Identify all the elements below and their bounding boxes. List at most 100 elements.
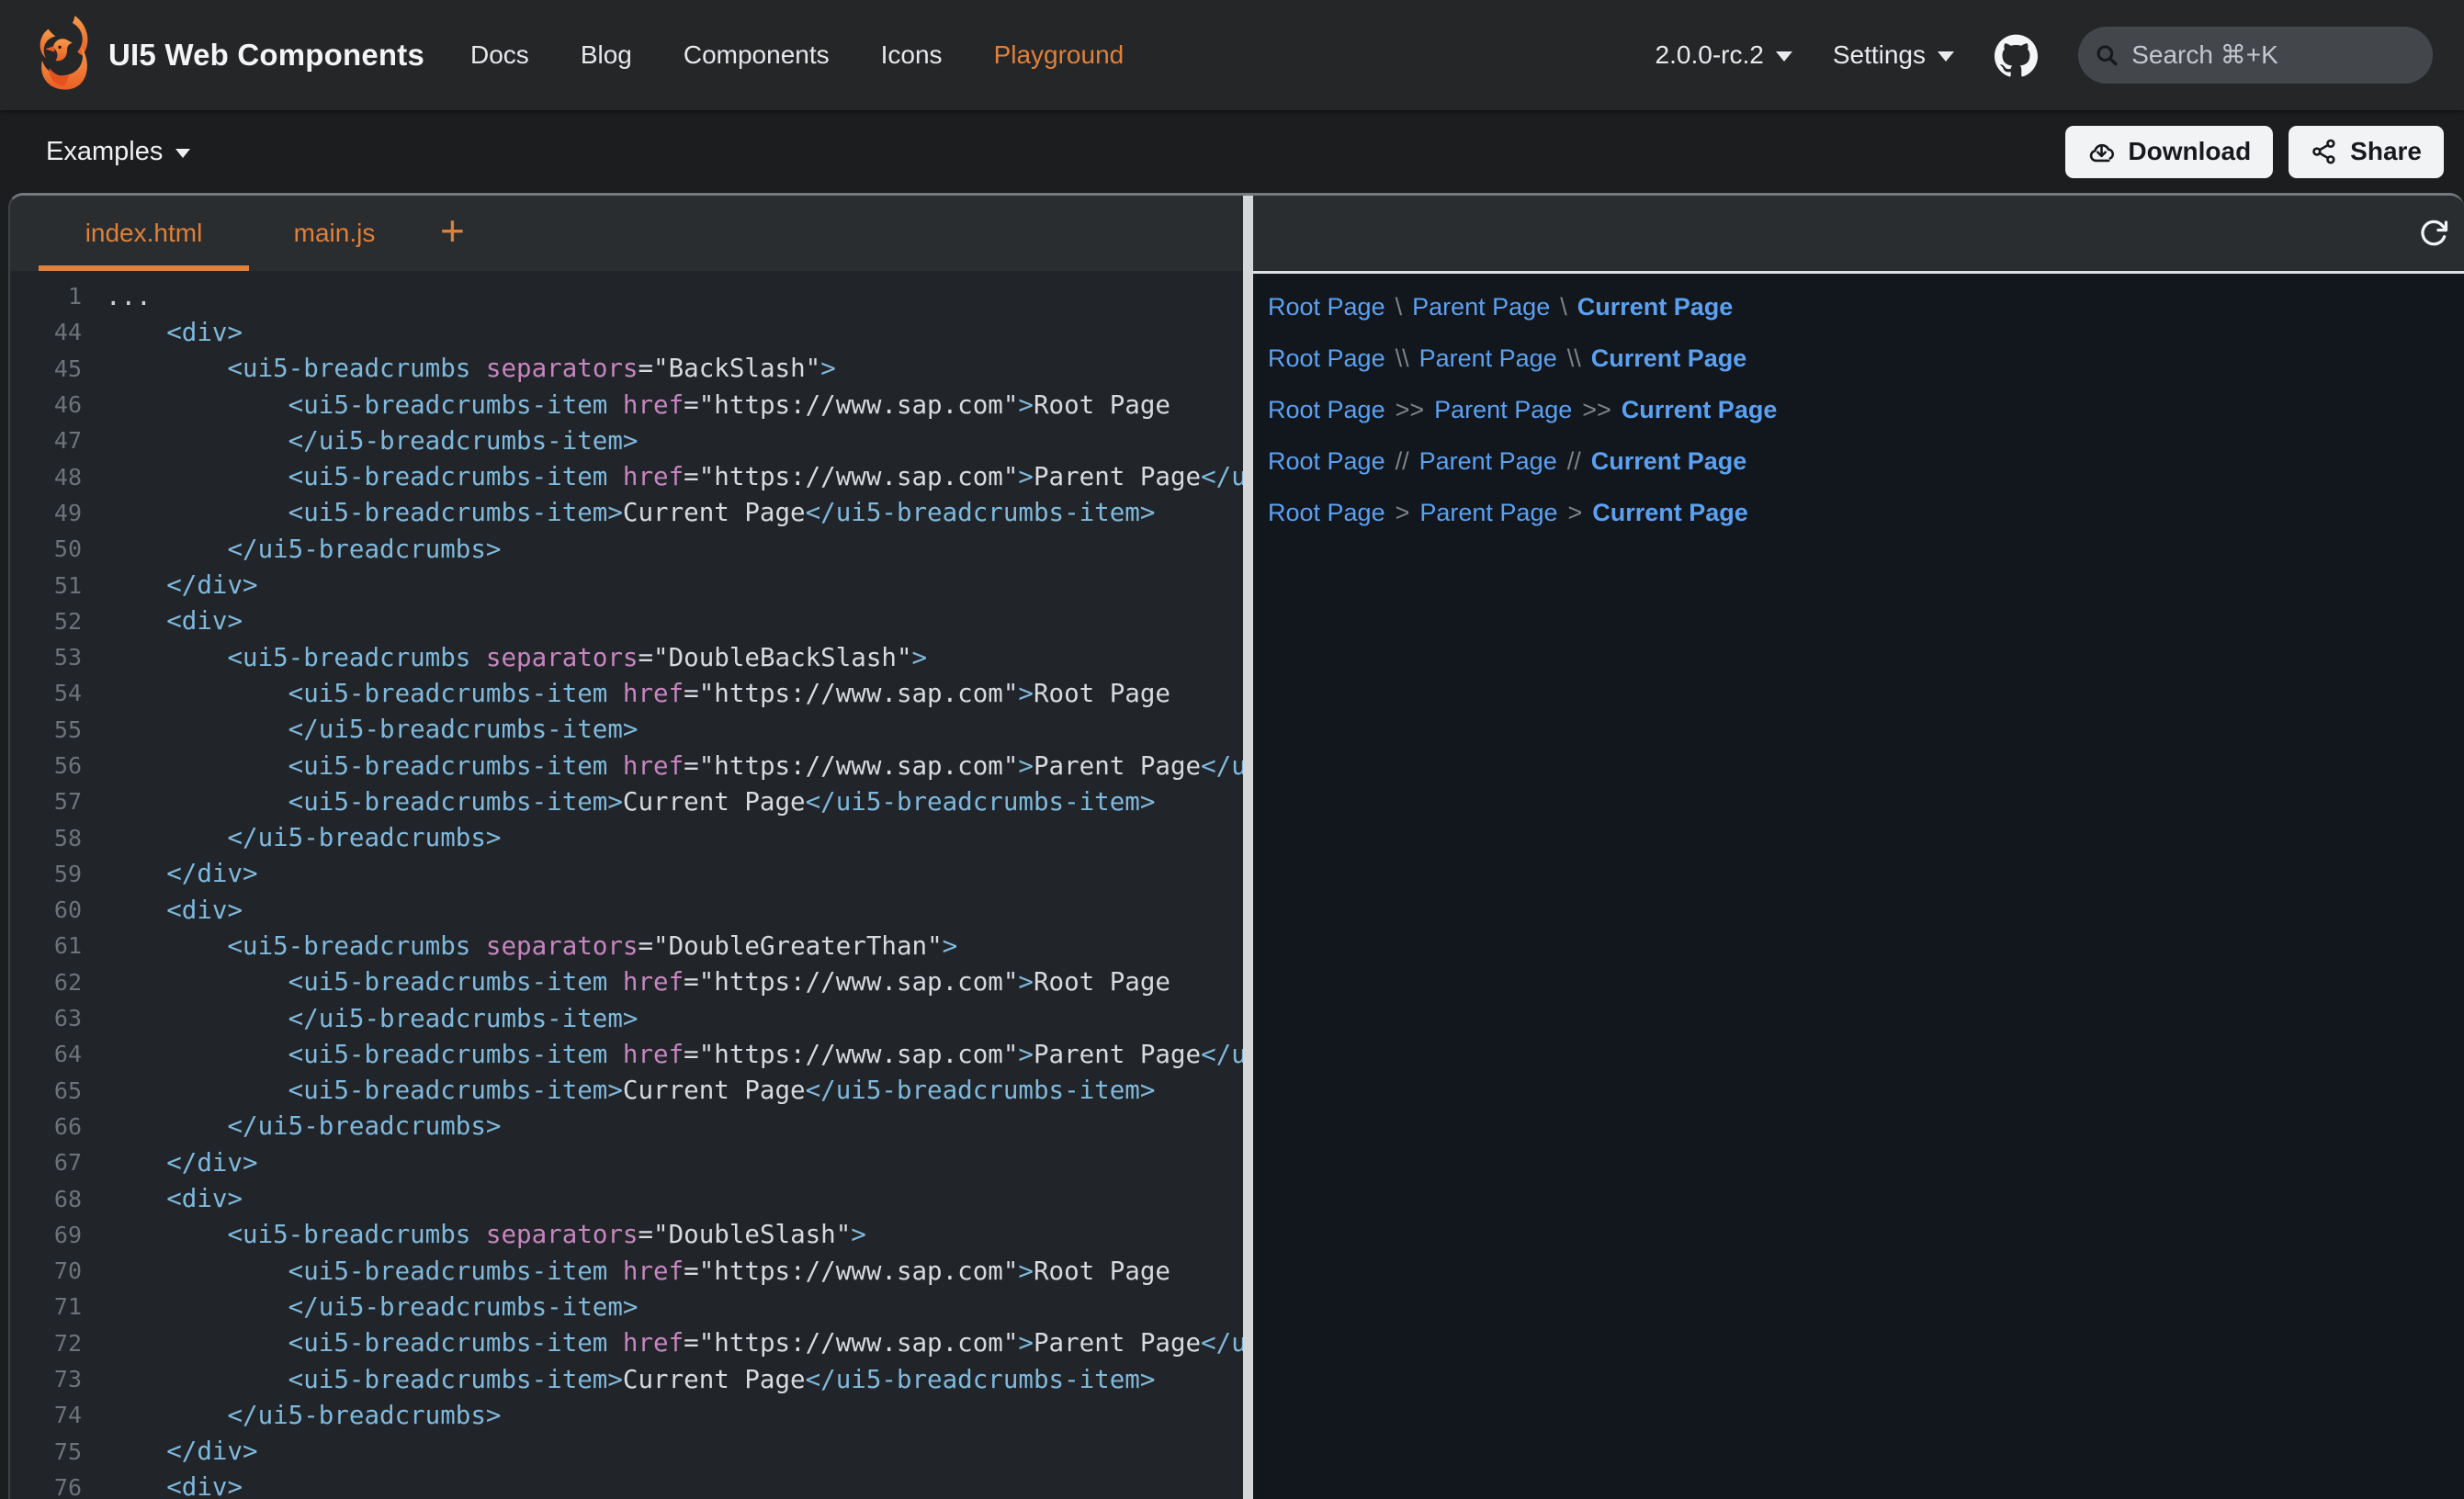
- ui5-phoenix-logo-icon: [35, 16, 96, 96]
- line-source: <ui5-breadcrumbs separators="BackSlash">: [106, 354, 836, 383]
- code-lines[interactable]: 1...44 <div>45 <ui5-breadcrumbs separato…: [10, 271, 1243, 1499]
- line-source: <ui5-breadcrumbs separators="DoubleGreat…: [106, 931, 957, 961]
- code-line: 45 <ui5-breadcrumbs separators="BackSlas…: [10, 351, 1243, 387]
- line-number: 55: [10, 716, 82, 743]
- line-number: 60: [10, 896, 82, 923]
- line-source: </ui5-breadcrumbs>: [106, 535, 501, 564]
- code-line: 59 </div>: [10, 856, 1243, 892]
- breadcrumbs-row: Root Page//Parent Page//Current Page: [1268, 435, 2464, 487]
- code-line: 47 </ui5-breadcrumbs-item>: [10, 423, 1243, 458]
- tab-index-html[interactable]: index.html: [39, 196, 249, 271]
- version-dropdown[interactable]: 2.0.0-rc.2: [1656, 40, 1792, 70]
- line-number: 48: [10, 464, 82, 490]
- line-number: 61: [10, 932, 82, 959]
- line-number: 45: [10, 355, 82, 382]
- nav-link-icons[interactable]: Icons: [881, 40, 943, 70]
- line-number: 66: [10, 1113, 82, 1140]
- preview-toolbar: [1253, 196, 2464, 274]
- code-line: 46 <ui5-breadcrumbs-item href="https://w…: [10, 387, 1243, 423]
- nav-link-blog[interactable]: Blog: [581, 40, 632, 70]
- brand-link[interactable]: UI5 Web Components: [35, 16, 470, 96]
- breadcrumb-link[interactable]: Root Page: [1268, 499, 1385, 527]
- settings-dropdown[interactable]: Settings: [1833, 40, 1954, 70]
- pane-splitter-handle[interactable]: [1243, 196, 1253, 1499]
- breadcrumb-link[interactable]: Root Page: [1268, 293, 1385, 321]
- line-source: <ui5-breadcrumbs-item href="https://www.…: [106, 967, 1170, 997]
- line-source: </ui5-breadcrumbs-item>: [106, 426, 638, 456]
- breadcrumb-link[interactable]: Parent Page: [1419, 344, 1557, 373]
- code-line: 64 <ui5-breadcrumbs-item href="https://w…: [10, 1036, 1243, 1072]
- search-icon: [2094, 40, 2119, 70]
- line-number: 74: [10, 1402, 82, 1428]
- line-source: </ui5-breadcrumbs>: [106, 823, 501, 852]
- line-source: </ui5-breadcrumbs-item>: [106, 715, 638, 744]
- line-number: 67: [10, 1149, 82, 1176]
- code-line: 70 <ui5-breadcrumbs-item href="https://w…: [10, 1253, 1243, 1289]
- line-number: 62: [10, 969, 82, 996]
- examples-bar: Examples Download Share: [0, 110, 2464, 193]
- line-number: 57: [10, 788, 82, 815]
- line-source: <ui5-breadcrumbs separators="DoubleSlash…: [106, 1220, 866, 1249]
- code-line: 71 </ui5-breadcrumbs-item>: [10, 1289, 1243, 1324]
- breadcrumb-separator: \: [1560, 293, 1567, 321]
- breadcrumb-link[interactable]: Parent Page: [1419, 447, 1557, 476]
- breadcrumbs-row: Root Page\Parent Page\Current Page: [1268, 281, 2464, 332]
- breadcrumb-separator: >>: [1582, 396, 1611, 424]
- chevron-down-icon: [1776, 51, 1792, 62]
- cloud-download-icon: [2087, 138, 2116, 166]
- breadcrumb-separator: \\: [1396, 344, 1409, 373]
- code-line: 67 </div>: [10, 1144, 1243, 1180]
- breadcrumb-separator: >: [1567, 499, 1582, 527]
- breadcrumb-link[interactable]: Root Page: [1268, 396, 1385, 424]
- breadcrumb-link[interactable]: Parent Page: [1412, 293, 1550, 321]
- nav-link-playground[interactable]: Playground: [994, 40, 1125, 70]
- github-icon[interactable]: [1995, 34, 2038, 77]
- line-number: 72: [10, 1330, 82, 1357]
- action-buttons: Download Share: [2065, 126, 2444, 178]
- line-number: 75: [10, 1438, 82, 1465]
- tab-main-js[interactable]: main.js: [249, 196, 420, 271]
- settings-label: Settings: [1833, 40, 1926, 70]
- add-file-button[interactable]: +: [440, 196, 465, 271]
- breadcrumb-link[interactable]: Root Page: [1268, 344, 1385, 373]
- breadcrumbs-row: Root Page\\Parent Page\\Current Page: [1268, 332, 2464, 384]
- preview-pane: Root Page\Parent Page\Current PageRoot P…: [1253, 196, 2464, 1499]
- line-source: <ui5-breadcrumbs-item>Current Page</ui5-…: [106, 787, 1155, 817]
- line-number: 52: [10, 608, 82, 635]
- nav-link-docs[interactable]: Docs: [470, 40, 529, 70]
- line-source: </div>: [106, 1148, 258, 1178]
- search-box[interactable]: [2078, 27, 2433, 84]
- breadcrumb-link[interactable]: Parent Page: [1434, 396, 1572, 424]
- code-line: 1...: [10, 278, 1243, 314]
- line-number: 69: [10, 1222, 82, 1248]
- code-line: 57 <ui5-breadcrumbs-item>Current Page</u…: [10, 783, 1243, 819]
- line-source: <div>: [106, 896, 243, 925]
- line-source: <ui5-breadcrumbs-item href="https://www.…: [106, 462, 1243, 491]
- refresh-icon[interactable]: [2418, 218, 2449, 249]
- download-label: Download: [2128, 137, 2251, 166]
- share-label: Share: [2350, 137, 2422, 166]
- code-line: 69 <ui5-breadcrumbs separators="DoubleSl…: [10, 1217, 1243, 1253]
- search-input[interactable]: [2131, 40, 2414, 70]
- line-source: </div>: [106, 1437, 258, 1466]
- nav-link-components[interactable]: Components: [684, 40, 830, 70]
- code-line: 54 <ui5-breadcrumbs-item href="https://w…: [10, 675, 1243, 711]
- line-source: <ui5-breadcrumbs separators="DoubleBackS…: [106, 643, 927, 672]
- share-button[interactable]: Share: [2289, 126, 2444, 178]
- download-button[interactable]: Download: [2065, 126, 2273, 178]
- line-number: 54: [10, 680, 82, 706]
- code-line: 60 <div>: [10, 892, 1243, 928]
- line-source: <div>: [106, 1472, 243, 1499]
- code-line: 63 </ui5-breadcrumbs-item>: [10, 1000, 1243, 1036]
- line-source: </ui5-breadcrumbs>: [106, 1401, 501, 1430]
- line-source: <ui5-breadcrumbs-item>Current Page</ui5-…: [106, 1076, 1155, 1105]
- breadcrumb-separator: //: [1567, 447, 1581, 476]
- line-source: <div>: [106, 318, 243, 347]
- navbar-right: 2.0.0-rc.2 Settings: [1656, 27, 2433, 84]
- examples-dropdown[interactable]: Examples: [46, 137, 190, 167]
- line-number: 50: [10, 535, 82, 562]
- breadcrumb-link[interactable]: Root Page: [1268, 447, 1385, 476]
- line-number: 53: [10, 644, 82, 671]
- line-source: <ui5-breadcrumbs-item href="https://www.…: [106, 679, 1170, 708]
- breadcrumb-link[interactable]: Parent Page: [1419, 499, 1557, 527]
